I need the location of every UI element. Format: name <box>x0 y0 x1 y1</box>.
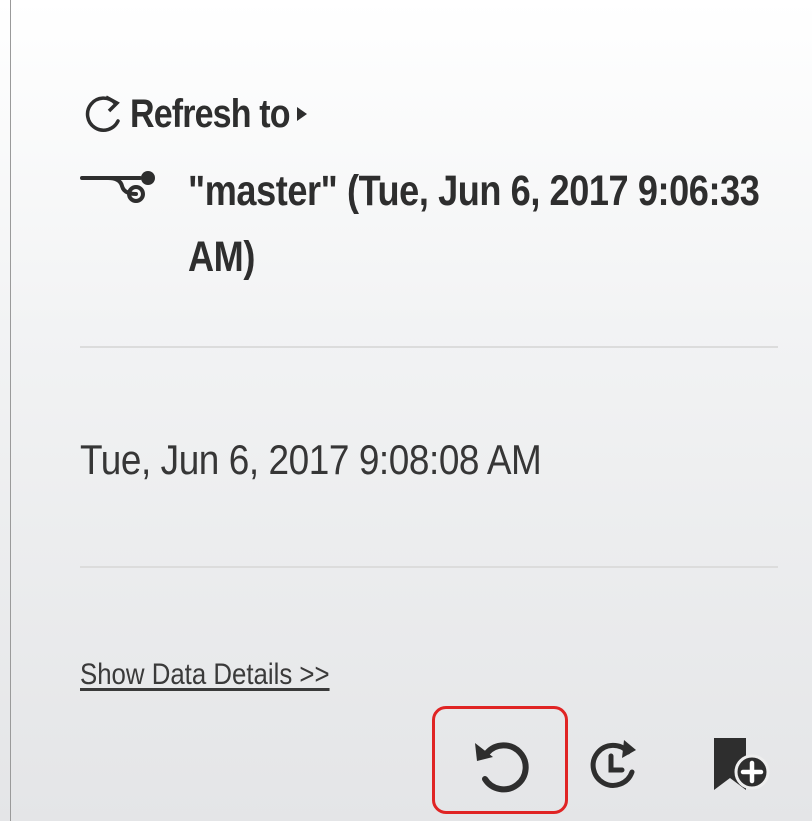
snapshot-timestamp: Tue, Jun 6, 2017 9:08:08 AM <box>80 436 542 483</box>
undo-button[interactable] <box>432 706 568 814</box>
branch-icon <box>80 171 155 203</box>
history-icon <box>590 740 636 788</box>
refresh-menu[interactable]: Refresh to <box>80 88 312 140</box>
caret-right-icon <box>296 107 307 121</box>
branch-name-and-date: "master" (Tue, Jun 6, 2017 9:06:33 AM) <box>188 167 760 281</box>
divider <box>80 566 778 568</box>
history-button[interactable] <box>584 736 644 796</box>
add-bookmark-icon <box>714 738 770 790</box>
undo-icon <box>475 742 529 793</box>
branch-info: "master" (Tue, Jun 6, 2017 9:06:33 AM) <box>80 158 800 298</box>
divider <box>80 346 778 348</box>
panel-border <box>10 0 11 821</box>
refresh-label: Refresh to <box>130 91 290 136</box>
snapshot-toolbar <box>432 706 812 816</box>
data-snapshot-panel: Refresh to "master" (Tue, Jun 6, 2017 9:… <box>0 0 812 821</box>
add-bookmark-button[interactable] <box>706 732 776 802</box>
show-data-details-link[interactable]: Show Data Details >> <box>80 658 330 692</box>
refresh-icon <box>85 95 120 132</box>
